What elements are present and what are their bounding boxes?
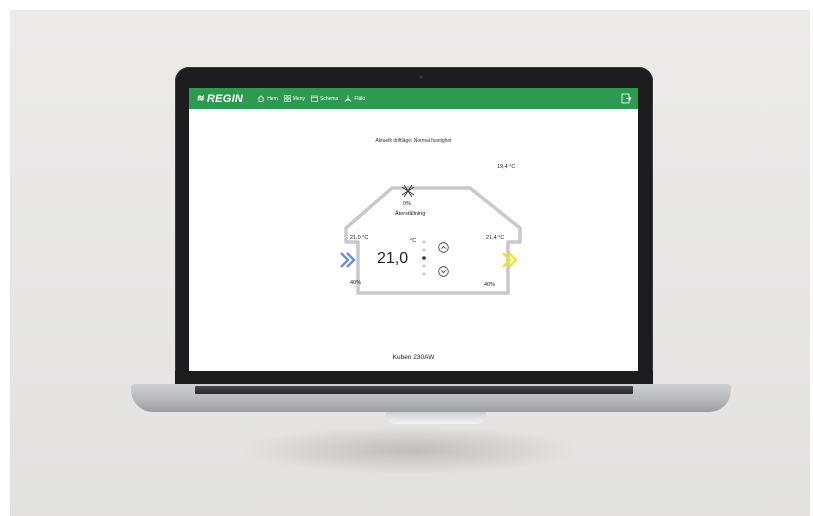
logout-icon[interactable] — [621, 93, 632, 104]
grid-icon — [283, 95, 291, 102]
app-screen: ≋ REGIN Hem Meny Schema Fläkt Aktuellt d… — [189, 88, 638, 371]
logo-mark-icon: ≋ — [197, 93, 205, 103]
setpoint-down-button[interactable] — [438, 266, 449, 277]
keyboard-edge — [195, 386, 633, 394]
exhaust-fan-percent: 40% — [484, 282, 496, 288]
top-nav-bar: ≋ REGIN Hem Meny Schema Fläkt — [189, 88, 638, 109]
exhaust-air-arrow-icon — [502, 252, 518, 268]
laptop-opening-notch — [386, 412, 486, 424]
camera — [419, 75, 423, 79]
heat-recovery-percent: 0% — [403, 201, 411, 207]
nav-schedule-label: Schema — [319, 95, 339, 102]
laptop-shadow — [240, 425, 580, 475]
brand-name: REGIN — [206, 92, 244, 105]
fan-icon — [345, 95, 352, 102]
fan-speed-level-dots — [422, 240, 426, 276]
heat-exchanger-icon — [401, 184, 415, 198]
supply-in-fan-percent: 40% — [350, 280, 362, 286]
outdoor-temperature: 19,4 °C — [497, 164, 516, 170]
supply-air-arrow-icon — [340, 252, 356, 268]
laptop-lid: ≋ REGIN Hem Meny Schema Fläkt Aktuellt d… — [175, 67, 653, 387]
nav-home-label: Hem — [267, 95, 278, 102]
nav-home[interactable]: Hem — [257, 95, 278, 102]
unit-model-name: Kuben 230AW — [392, 354, 435, 361]
nav-menu-label: Meny — [292, 95, 305, 102]
setpoint-temperature: 21,0 — [377, 250, 409, 267]
supply-in-temperature: 21,0 °C — [350, 235, 369, 241]
heat-recovery-label: Återstållning — [395, 211, 426, 217]
setpoint-up-button[interactable] — [438, 242, 449, 253]
nav-fan[interactable]: Fläkt — [344, 95, 365, 102]
brand-logo[interactable]: ≋ REGIN — [197, 93, 243, 105]
nav-fan-label: Fläkt — [354, 95, 366, 102]
home-icon — [257, 95, 265, 102]
calendar-icon — [311, 95, 318, 102]
nav-menu[interactable]: Meny — [283, 95, 305, 102]
nav-schedule[interactable]: Schema — [311, 95, 338, 102]
exhaust-temperature: 21,4 °C — [486, 235, 505, 241]
operation-mode-status: Aktuellt driftläge: Normal hastighet — [375, 138, 452, 144]
setpoint-unit: °C — [410, 238, 417, 244]
